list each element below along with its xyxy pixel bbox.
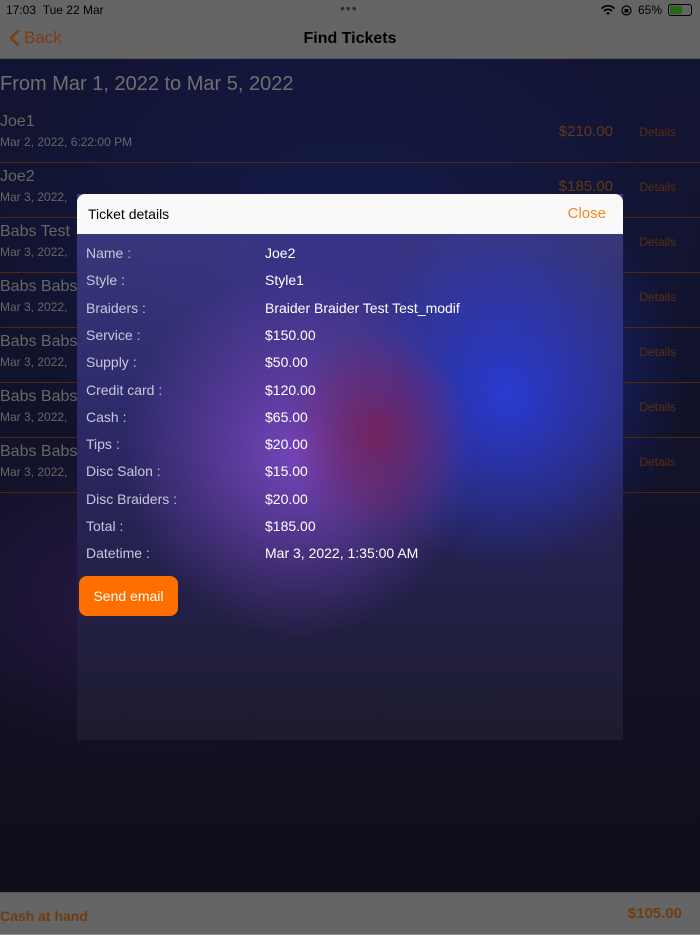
detail-value: $185.00 bbox=[265, 518, 316, 534]
detail-field: Braiders : Braider Braider Test Test_modi… bbox=[77, 300, 623, 324]
detail-label: Style : bbox=[86, 272, 125, 289]
detail-field: Datetime : Mar 3, 2022, 1:35:00 AM bbox=[77, 545, 623, 569]
detail-label: Service : bbox=[86, 326, 141, 343]
detail-value: Joe2 bbox=[265, 245, 296, 261]
detail-field: Service : $150.00 bbox=[77, 327, 623, 351]
close-button[interactable]: Close bbox=[568, 205, 606, 222]
detail-field: Tips : $20.00 bbox=[77, 436, 623, 460]
detail-value: $50.00 bbox=[265, 354, 308, 371]
detail-label: Datetime : bbox=[86, 545, 150, 562]
modal-title: Ticket details bbox=[88, 206, 170, 222]
detail-field: Disc Salon : $15.00 bbox=[77, 463, 623, 487]
detail-value: $20.00 bbox=[265, 436, 308, 453]
detail-value: $65.00 bbox=[265, 408, 308, 425]
detail-label: Total : bbox=[86, 518, 124, 534]
detail-label: Braiders : bbox=[86, 299, 146, 316]
detail-value: $150.00 bbox=[265, 326, 316, 343]
detail-value: Style1 bbox=[265, 272, 304, 289]
detail-label: Tips : bbox=[86, 436, 120, 453]
detail-label: Disc Salon : bbox=[86, 463, 161, 480]
detail-field: Style : Style1 bbox=[77, 272, 623, 296]
detail-value: Braider Braider Test Test_modif bbox=[265, 299, 460, 316]
detail-field: Disc Braiders : $20.00 bbox=[77, 491, 623, 515]
detail-label: Disc Braiders : bbox=[86, 490, 178, 507]
detail-label: Supply : bbox=[86, 354, 137, 371]
detail-field: Name : Joe2 bbox=[77, 245, 623, 269]
detail-label: Credit card : bbox=[86, 381, 163, 398]
detail-field: Cash : $65.00 bbox=[77, 409, 623, 433]
modal-header: Ticket details Close bbox=[77, 194, 623, 234]
detail-value: $15.00 bbox=[265, 463, 308, 480]
detail-value: $20.00 bbox=[265, 490, 308, 507]
detail-field: Supply : $50.00 bbox=[77, 354, 623, 378]
send-email-button[interactable]: Send email bbox=[79, 576, 178, 616]
detail-label: Name : bbox=[86, 245, 132, 261]
detail-value: Mar 3, 2022, 1:35:00 AM bbox=[265, 545, 419, 562]
detail-field: Credit card : $120.00 bbox=[77, 382, 623, 406]
detail-field: Total : $185.00 bbox=[77, 518, 623, 542]
detail-label: Cash : bbox=[86, 408, 127, 425]
detail-value: $120.00 bbox=[265, 381, 316, 398]
ticket-details-modal: Ticket details Close Name : Joe2 Style : St… bbox=[77, 194, 623, 740]
